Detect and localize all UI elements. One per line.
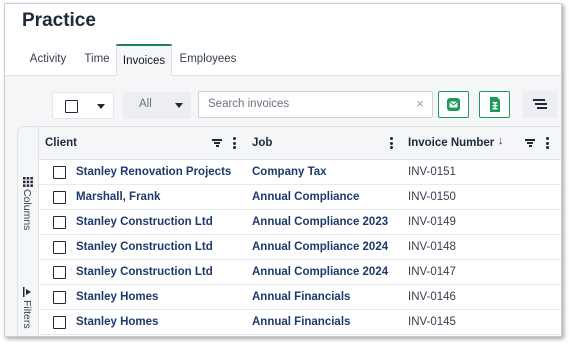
row-checkbox[interactable]: [53, 166, 66, 179]
search-input[interactable]: Search invoices ×: [198, 91, 433, 118]
toolbar: All Search invoices ×: [5, 76, 561, 126]
chevron-down-icon: [175, 103, 183, 108]
app-window: Practice Activity Time Invoices Employee…: [4, 3, 562, 337]
filters-side-tab[interactable]: Filters: [21, 300, 33, 329]
invoice-number: INV-0149: [408, 216, 456, 228]
column-menu-icon[interactable]: [390, 137, 393, 149]
invoice-number: INV-0146: [408, 291, 456, 303]
email-icon: [447, 98, 460, 111]
invoice-number: INV-0145: [408, 316, 456, 328]
spreadsheet-icon: [490, 97, 500, 112]
row-checkbox[interactable]: [53, 316, 66, 329]
client-link[interactable]: Stanley Construction Ltd: [76, 241, 213, 253]
invoices-panel: All Search invoices × Columns Filters Cl…: [5, 76, 561, 336]
job-link[interactable]: Annual Compliance 2024: [252, 266, 388, 278]
table-row[interactable]: Stanley Homes Annual Financials INV-0145: [39, 310, 561, 335]
side-panel-tabs: Columns Filters: [17, 126, 39, 336]
table-row[interactable]: Stanley Homes Annual Financials INV-0146: [39, 285, 561, 310]
invoice-number: INV-0151: [408, 166, 456, 178]
columns-icon: [23, 177, 33, 187]
invoices-table: Client Job Invoice Number ↓ Stanley Reno…: [39, 126, 561, 336]
invoice-number: INV-0147: [408, 266, 456, 278]
job-link[interactable]: Company Tax: [252, 166, 327, 178]
page-title: Practice: [22, 10, 96, 31]
tab-invoices[interactable]: Invoices: [116, 44, 172, 76]
client-link[interactable]: Marshall, Frank: [76, 191, 160, 203]
table-row[interactable]: Marshall, Frank Annual Compliance INV-01…: [39, 185, 561, 210]
table-row[interactable]: Stanley Construction Ltd Annual Complian…: [39, 260, 561, 285]
tab-employees[interactable]: Employees: [173, 44, 243, 76]
client-link[interactable]: Stanley Construction Ltd: [76, 266, 213, 278]
column-menu-icon[interactable]: [546, 137, 549, 149]
client-link[interactable]: Stanley Homes: [76, 316, 158, 328]
invoice-number: INV-0148: [408, 241, 456, 253]
column-menu-icon[interactable]: [233, 137, 236, 149]
filter-icon: [23, 287, 31, 297]
tab-time[interactable]: Time: [77, 44, 117, 76]
row-checkbox[interactable]: [53, 191, 66, 204]
export-spreadsheet-button[interactable]: [479, 91, 510, 118]
client-link[interactable]: Stanley Homes: [76, 291, 158, 303]
column-header-client[interactable]: Client: [45, 137, 77, 149]
tab-activity[interactable]: Activity: [22, 44, 74, 76]
columns-side-tab[interactable]: Columns: [21, 189, 33, 230]
search-placeholder: Search invoices: [208, 98, 290, 110]
select-all-checkbox[interactable]: [65, 100, 78, 113]
email-invoices-button[interactable]: [438, 91, 469, 118]
filter-icon[interactable]: [525, 139, 535, 147]
job-link[interactable]: Annual Compliance: [252, 191, 359, 203]
column-header-job[interactable]: Job: [252, 137, 272, 149]
row-checkbox[interactable]: [53, 241, 66, 254]
row-checkbox[interactable]: [53, 216, 66, 229]
invoice-number: INV-0150: [408, 191, 456, 203]
job-link[interactable]: Annual Financials: [252, 316, 350, 328]
sort-descending-icon[interactable]: ↓: [498, 135, 504, 147]
client-link[interactable]: Stanley Construction Ltd: [76, 216, 213, 228]
job-link[interactable]: Annual Financials: [252, 291, 350, 303]
chevron-down-icon: [97, 104, 105, 109]
bulk-select-dropdown[interactable]: [52, 92, 114, 119]
status-filter-dropdown[interactable]: All: [123, 92, 191, 119]
filter-icon[interactable]: [212, 139, 222, 147]
row-checkbox[interactable]: [53, 266, 66, 279]
table-row[interactable]: Stanley Construction Ltd Annual Complian…: [39, 235, 561, 260]
job-link[interactable]: Annual Compliance 2023: [252, 216, 388, 228]
job-link[interactable]: Annual Compliance 2024: [252, 241, 388, 253]
status-filter-value: All: [139, 98, 152, 110]
column-header-invoice-number[interactable]: Invoice Number: [408, 137, 494, 149]
tab-bar: Activity Time Invoices Employees: [5, 44, 561, 76]
table-row[interactable]: Stanley Construction Ltd Annual Complian…: [39, 210, 561, 235]
view-options-button[interactable]: [523, 91, 557, 118]
table-row[interactable]: Stanley Renovation Projects Company Tax …: [39, 160, 561, 185]
client-link[interactable]: Stanley Renovation Projects: [76, 166, 231, 178]
row-checkbox[interactable]: [53, 291, 66, 304]
clear-search-icon[interactable]: ×: [416, 96, 424, 111]
table-header: Client Job Invoice Number ↓: [39, 127, 561, 160]
